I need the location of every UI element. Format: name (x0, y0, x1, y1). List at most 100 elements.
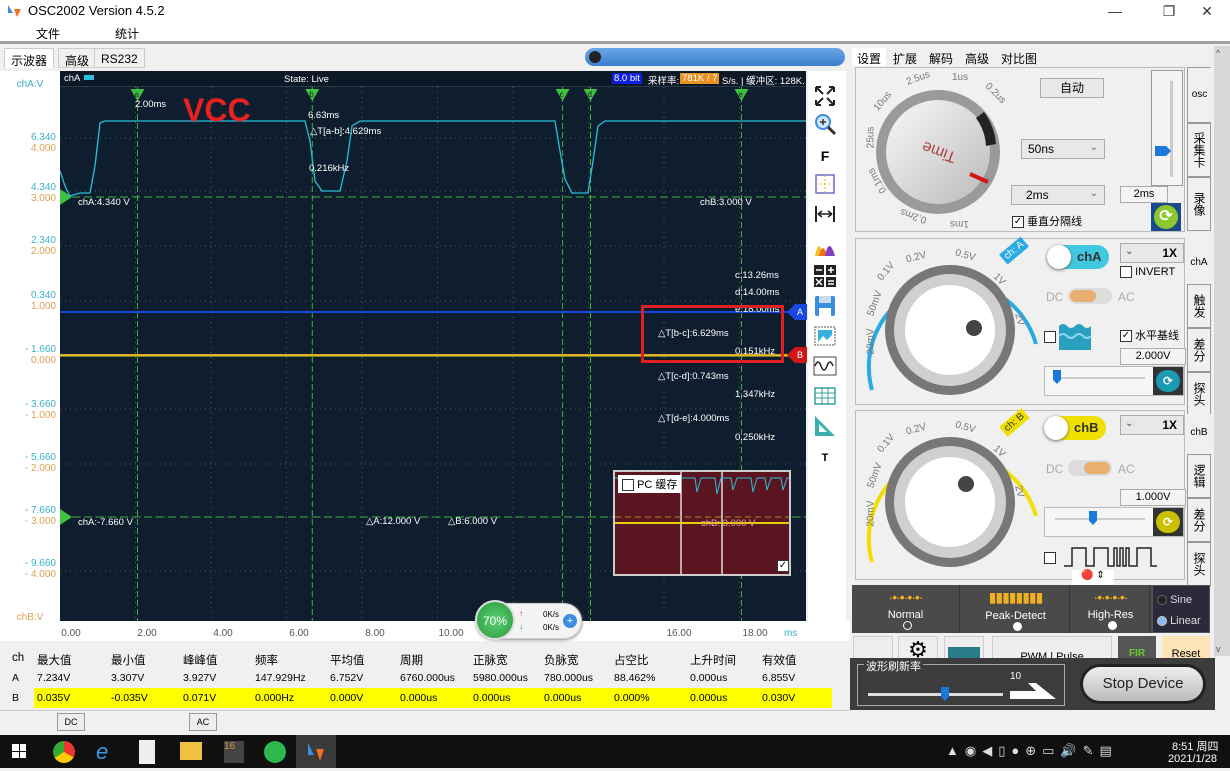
start-button[interactable] (12, 744, 26, 758)
menu-statistics[interactable]: 统计 (115, 25, 139, 42)
acq-mode-peak-detect[interactable]: ▮▮▮▮▮▮▮▮ Peak-Detect (962, 585, 1070, 633)
side-tab-osc[interactable]: osc (1187, 67, 1211, 123)
menu-file[interactable]: 文件 (36, 25, 60, 42)
plus-icon[interactable]: + (563, 614, 577, 628)
side-tab-capture-card[interactable]: 采集卡 (1187, 123, 1211, 177)
tab-settings[interactable]: 设置 (852, 48, 887, 66)
cha-enable-toggle[interactable]: chA (1047, 245, 1109, 269)
scroll-up-icon[interactable]: ^ (1216, 48, 1220, 58)
timebase-min-value: 50ns (1028, 142, 1055, 156)
tab-advanced[interactable]: 高级 (58, 48, 97, 68)
slider-handle[interactable] (941, 687, 949, 701)
tab-compare[interactable]: 对比图 (996, 48, 1042, 66)
save-icon[interactable] (812, 294, 838, 318)
waveform-icon[interactable] (812, 354, 838, 378)
pc-cache-toggle[interactable]: PC 缓存 (618, 475, 682, 493)
auto-button[interactable]: 自动 (1040, 78, 1104, 98)
mode-radio[interactable] (1013, 622, 1022, 631)
app-16-icon[interactable]: 16 (224, 741, 244, 763)
acq-mode-normal[interactable]: ·•·•·•·•· Normal (852, 585, 960, 633)
slider-handle[interactable] (1089, 511, 1097, 525)
scroll-down-icon[interactable]: v (1216, 644, 1221, 654)
cha-coupling-switch[interactable] (1068, 288, 1112, 304)
mode-radio[interactable] (903, 621, 912, 630)
cha-offset-slider[interactable]: ⟳ (1044, 366, 1184, 396)
timebase-min-dropdown[interactable]: 50ns ⌄ (1021, 139, 1105, 159)
y-label-chb: 3.000 (30, 193, 56, 204)
cha-fill-checkbox[interactable] (1044, 331, 1056, 343)
math-icon[interactable] (812, 264, 838, 288)
update-banner[interactable] (585, 48, 845, 66)
table-icon[interactable] (812, 384, 838, 408)
timebase-dropdown[interactable]: 2ms ⌄ (1011, 185, 1105, 205)
chb-probe-dropdown[interactable]: ⌄ 1X (1120, 415, 1184, 435)
vertical-grid-checkbox[interactable]: ✓ (1012, 216, 1024, 229)
tab-oscilloscope[interactable]: 示波器 (4, 48, 55, 68)
slider-handle[interactable] (1053, 370, 1061, 384)
record-icon[interactable]: 🔴 ⇕ (1072, 570, 1114, 586)
cha-probe-dropdown[interactable]: ⌄ 1X (1120, 243, 1184, 263)
tab-advanced-right[interactable]: 高级 (960, 48, 994, 66)
side-tab-cha-0[interactable]: chA (1187, 244, 1211, 284)
acq-mode-high-res[interactable]: ·•·•·•·•· High-Res (1072, 585, 1150, 633)
side-tab-chb-0[interactable]: chB (1187, 414, 1211, 454)
stop-device-button[interactable]: Stop Device (1080, 664, 1206, 704)
tab-extend[interactable]: 扩展 (888, 48, 922, 66)
overview-panel[interactable]: PC 缓存 chB: 3.000 V ✓ (613, 470, 791, 576)
text-tool-icon[interactable]: T (812, 446, 838, 470)
ac-button[interactable]: AC (189, 713, 217, 731)
tab-rs232[interactable]: RS232 (94, 48, 145, 68)
chb-reset-icon[interactable]: ⟳ (1156, 511, 1180, 533)
side-tab-cha-2[interactable]: 差分 (1187, 328, 1211, 372)
cha-baseline-checkbox[interactable]: ✓ (1120, 330, 1132, 343)
osc-taskbar-icon[interactable] (296, 735, 336, 768)
timebase-reset-button[interactable]: ⟳ (1151, 203, 1181, 231)
side-tab-chb-2[interactable]: 差分 (1187, 498, 1211, 542)
chrome-icon[interactable] (53, 741, 75, 763)
close-button[interactable]: ✕ (1184, 0, 1230, 22)
slider-handle[interactable] (1155, 146, 1171, 156)
cha-baseline-toggle[interactable]: ✓ 水平基线 (1120, 327, 1179, 343)
minimize-button[interactable]: — (1092, 0, 1138, 22)
logic-checkbox[interactable] (1044, 552, 1056, 564)
chb-coupling-switch[interactable] (1068, 460, 1112, 476)
wechat-icon[interactable] (264, 741, 286, 763)
chb-enable-toggle[interactable]: chB (1044, 416, 1106, 440)
cha-reset-icon[interactable]: ⟳ (1156, 370, 1180, 392)
interp-linear[interactable]: Linear (1157, 615, 1201, 627)
ruler-icon[interactable] (812, 414, 838, 438)
grid-cursor-icon[interactable] (812, 172, 838, 196)
pc-cache-checkbox[interactable] (622, 479, 634, 492)
cha-invert-checkbox[interactable] (1120, 266, 1132, 279)
dc-button[interactable]: DC (57, 713, 85, 731)
freeze-icon[interactable]: F (812, 144, 838, 168)
side-tab-cha-3[interactable]: 探头 (1187, 372, 1211, 416)
system-tray[interactable]: ▲◉◀▯●⊕▭🔊✎▤ (946, 743, 1166, 761)
tab-decode[interactable]: 解码 (924, 48, 958, 66)
panel-scrollbar[interactable]: ^ v (1214, 46, 1230, 656)
interp-sine[interactable]: Sine (1157, 594, 1192, 606)
screenshot-icon[interactable] (812, 324, 838, 348)
timebase-slider[interactable] (1151, 70, 1183, 186)
side-tab-record[interactable]: 录像 (1187, 177, 1211, 231)
side-tab-chb-3[interactable]: 探头 (1187, 542, 1211, 586)
delta-de: △T[d-e]:4.000ms (658, 413, 730, 424)
cha-dial-label: 20mV (865, 328, 877, 355)
cha-invert-toggle[interactable]: INVERT (1120, 266, 1175, 279)
net-monitor[interactable]: 70% ↑ ↓ 0K/s 0K/s + (475, 600, 582, 640)
fit-screen-icon[interactable] (812, 84, 838, 108)
ie-icon[interactable]: e (96, 741, 108, 763)
calculator-icon[interactable] (139, 740, 155, 764)
spectrum-icon[interactable] (812, 234, 838, 258)
overview-check[interactable]: ✓ (777, 560, 789, 572)
vertical-grid-toggle[interactable]: ✓ 垂直分隔线 (1012, 213, 1082, 229)
file-explorer-icon[interactable] (180, 742, 202, 760)
chb-ac-label: AC (1118, 462, 1135, 476)
refresh-rate-track[interactable] (868, 693, 1003, 696)
side-tab-cha-1[interactable]: 触发 (1187, 284, 1211, 328)
measure-width-icon[interactable] (812, 202, 838, 226)
mode-radio[interactable] (1108, 621, 1117, 630)
side-tab-chb-1[interactable]: 逻辑 (1187, 454, 1211, 498)
chb-offset-slider[interactable]: ⟳ (1044, 507, 1184, 537)
zoom-icon[interactable] (812, 112, 838, 136)
